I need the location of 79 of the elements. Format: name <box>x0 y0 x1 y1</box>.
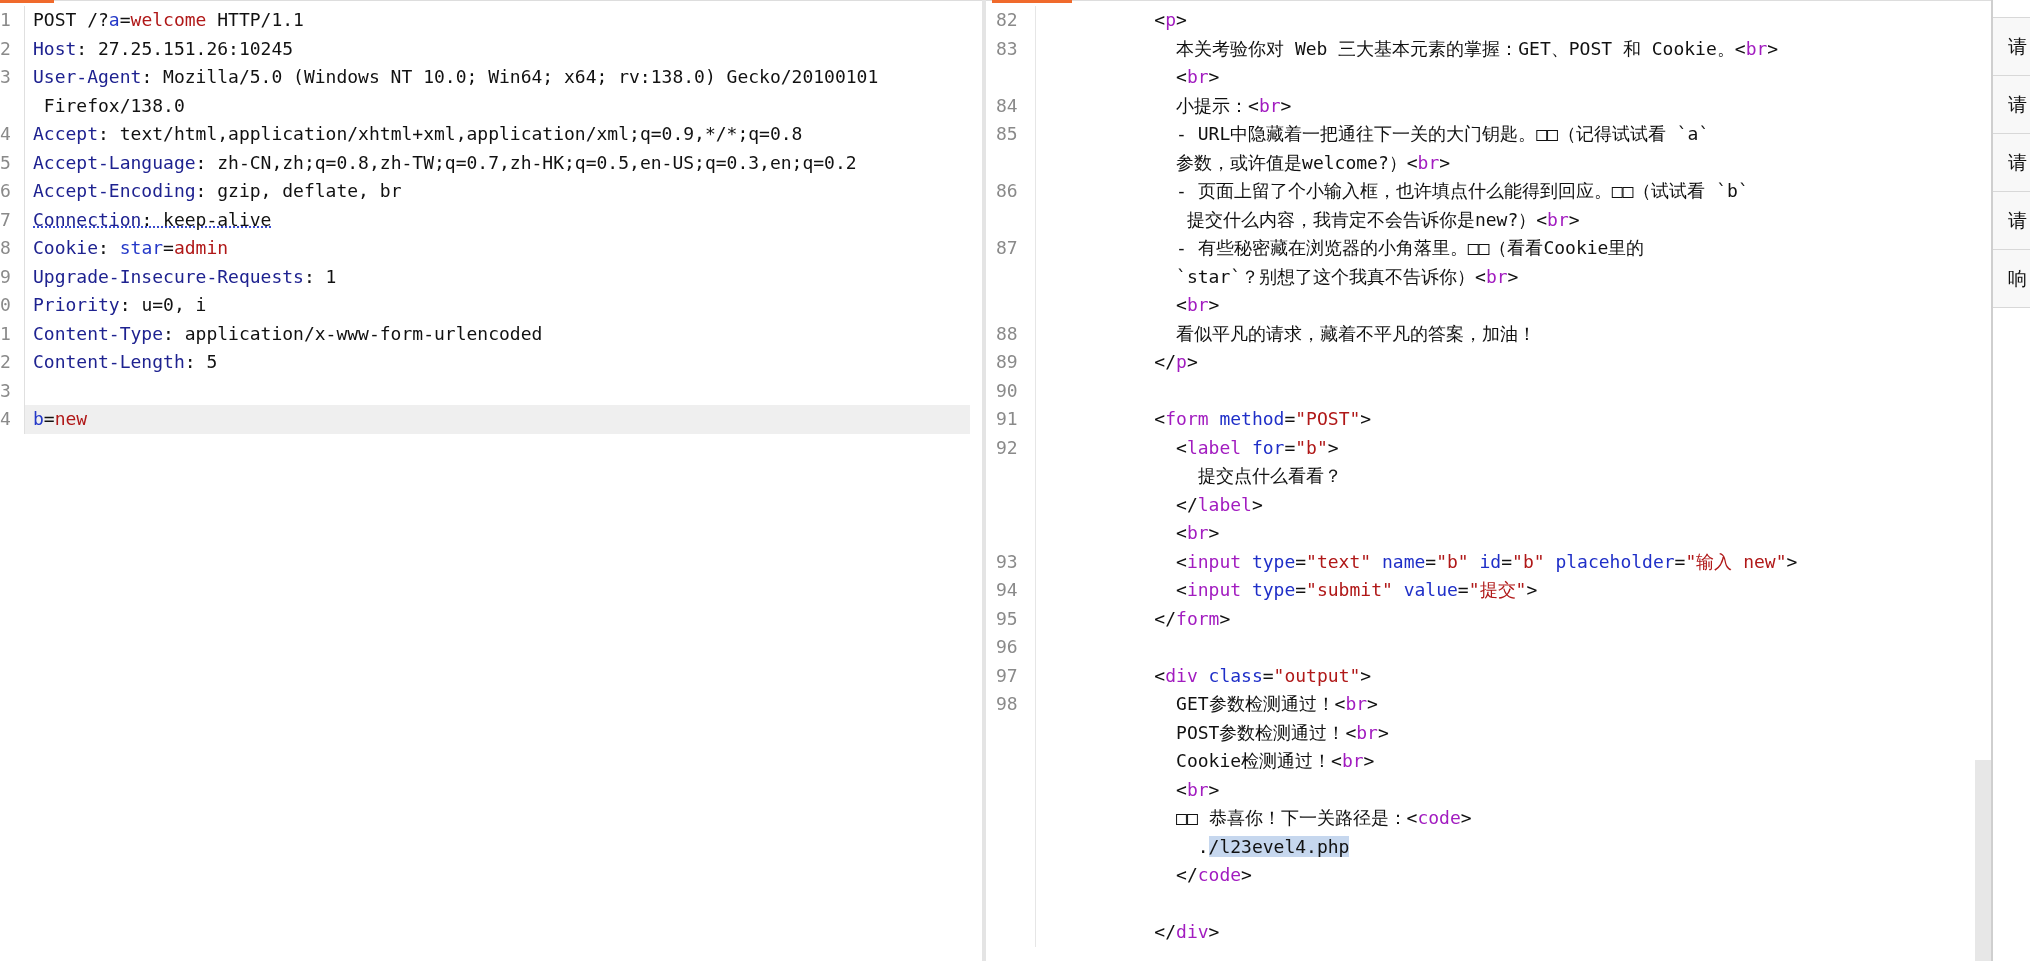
line-number: 89 <box>986 348 1036 377</box>
side-tab[interactable]: 请 <box>1993 192 2030 250</box>
code-line: </label> <box>1175 492 1264 517</box>
line-number: 93 <box>986 547 1036 576</box>
code-line: <input type="text" name="b" id="b" placeholder="输入 new"> <box>1175 549 1799 574</box>
code-line: <br> <box>1175 65 1221 89</box>
line-number: 94 <box>986 576 1036 605</box>
code-line: - 有些秘密藏在浏览器的小角落里。□□（看看Cookie里的 <box>1175 236 1646 260</box>
code-line: <br> <box>1175 521 1221 545</box>
line-number: 85 <box>986 120 1036 149</box>
code-line: GET参数检测通过！<br> <box>1175 692 1379 716</box>
line-number: 88 <box>986 319 1036 348</box>
code-line: <div class="output"> <box>1153 663 1373 688</box>
side-tab[interactable]: 请 <box>1993 134 2030 192</box>
code-line: POST参数检测通过！<br> <box>1175 720 1390 745</box>
code-line: Cookie检测通过！<br> <box>1175 749 1376 773</box>
code-line: </code> <box>1175 863 1253 887</box>
line-number: 82 <box>986 6 1036 35</box>
line-number: 8 <box>0 234 25 263</box>
line-number: 96 <box>986 633 1036 662</box>
line-number: 1 <box>0 319 25 348</box>
line-number: 90 <box>986 376 1036 405</box>
code-line: 提交什么内容，我肯定不会告诉你是new?）<br> <box>1185 207 1581 232</box>
code-line: `star`？别想了这个我真不告诉你）<br> <box>1175 264 1520 289</box>
line-number: 2 <box>0 34 25 63</box>
code-line: Connection: keep-alive <box>32 207 273 232</box>
code-line: </div> <box>1153 920 1221 944</box>
line-number: 0 <box>0 291 25 320</box>
scrollbar-thumb[interactable] <box>1975 760 1991 961</box>
line-number: 84 <box>986 91 1036 120</box>
line-number: 86 <box>986 177 1036 206</box>
code-line: 本关考验你对 Web 三大基本元素的掌握：GET、POST 和 Cookie。<br> <box>1175 36 1780 61</box>
code-line: 参数，或许值是welcome?）<br> <box>1175 150 1452 175</box>
code-line: Accept-Language: zh-CN,zh;q=0.8,zh-TW;q=0.7,zh-HK;q=0.5,en-US;q=0.3,en;q=0.2 <box>32 150 858 175</box>
line-number: 87 <box>986 234 1036 263</box>
code-line: Accept: text/html,application/xhtml+xml,application/xml;q=0.9,*/*;q=0.8 <box>32 122 804 146</box>
code-line: - URL中隐藏着一把通往下一关的大门钥匙。□□（记得试试看 `a` <box>1175 122 1711 146</box>
code-line: <br> <box>1175 293 1221 317</box>
line-number: 95 <box>986 604 1036 633</box>
line-number: 3 <box>0 63 25 92</box>
code-line: Priority: u=0, i <box>32 293 208 317</box>
line-number: 2 <box>0 348 25 377</box>
line-number: 7 <box>0 205 25 234</box>
code-line: </form> <box>1153 606 1232 631</box>
tab-indicator <box>0 0 54 3</box>
code-line: - 页面上留了个小输入框，也许填点什么能得到回应。□□（试试看 `b` <box>1175 179 1750 203</box>
code-line: Upgrade-Insecure-Requests: 1 <box>32 264 338 289</box>
line-number: 4 <box>0 120 25 149</box>
code-line: Content-Length: 5 <box>32 350 219 374</box>
code-line: User-Agent: Mozilla/5.0 (Windows NT 10.0; Win64; x64; rv:138.0) Gecko/20100101 <box>32 65 880 89</box>
line-number: 91 <box>986 405 1036 434</box>
line-number: 6 <box>0 177 25 206</box>
code-line: 看似平凡的请求，藏着不平凡的答案，加油！ <box>1175 321 1538 346</box>
line-number: 9 <box>0 262 25 291</box>
side-tab[interactable]: 请 <box>1993 18 2030 76</box>
line-number: 92 <box>986 433 1036 462</box>
line-number: 97 <box>986 661 1036 690</box>
code-line: <label for="b"> <box>1175 435 1340 460</box>
code-line: 小提示：<br> <box>1175 93 1293 118</box>
line-number: 1 <box>0 6 25 35</box>
code-line: Cookie: star=admin <box>32 236 230 260</box>
code-line: <br> <box>1175 777 1221 802</box>
code-line: 提交点什么看看？ <box>1196 464 1343 488</box>
code-line: <input type="submit" value="提交"> <box>1175 578 1539 602</box>
side-tab[interactable]: 响 <box>1993 250 2030 308</box>
code-line: Host: 27.25.151.26:10245 <box>32 36 295 61</box>
code-line: Content-Type: application/x-www-form-urlencoded <box>32 321 544 346</box>
line-number: 5 <box>0 148 25 177</box>
code-line: <p> <box>1153 8 1188 32</box>
line-number: 98 <box>986 690 1036 719</box>
code-line: POST /?a=welcome HTTP/1.1 <box>32 8 305 32</box>
side-tab[interactable]: 请 <box>1993 76 2030 134</box>
line-number: 83 <box>986 34 1036 63</box>
code-line: Accept-Encoding: gzip, deflate, br <box>32 179 403 203</box>
code-line: □□ 恭喜你！下一关路径是：<code> <box>1175 806 1473 830</box>
line-number: 3 <box>0 376 25 405</box>
code-line: <form method="POST"> <box>1153 407 1373 431</box>
code-line: Firefox/138.0 <box>42 93 186 118</box>
code-line: </p> <box>1153 350 1199 374</box>
